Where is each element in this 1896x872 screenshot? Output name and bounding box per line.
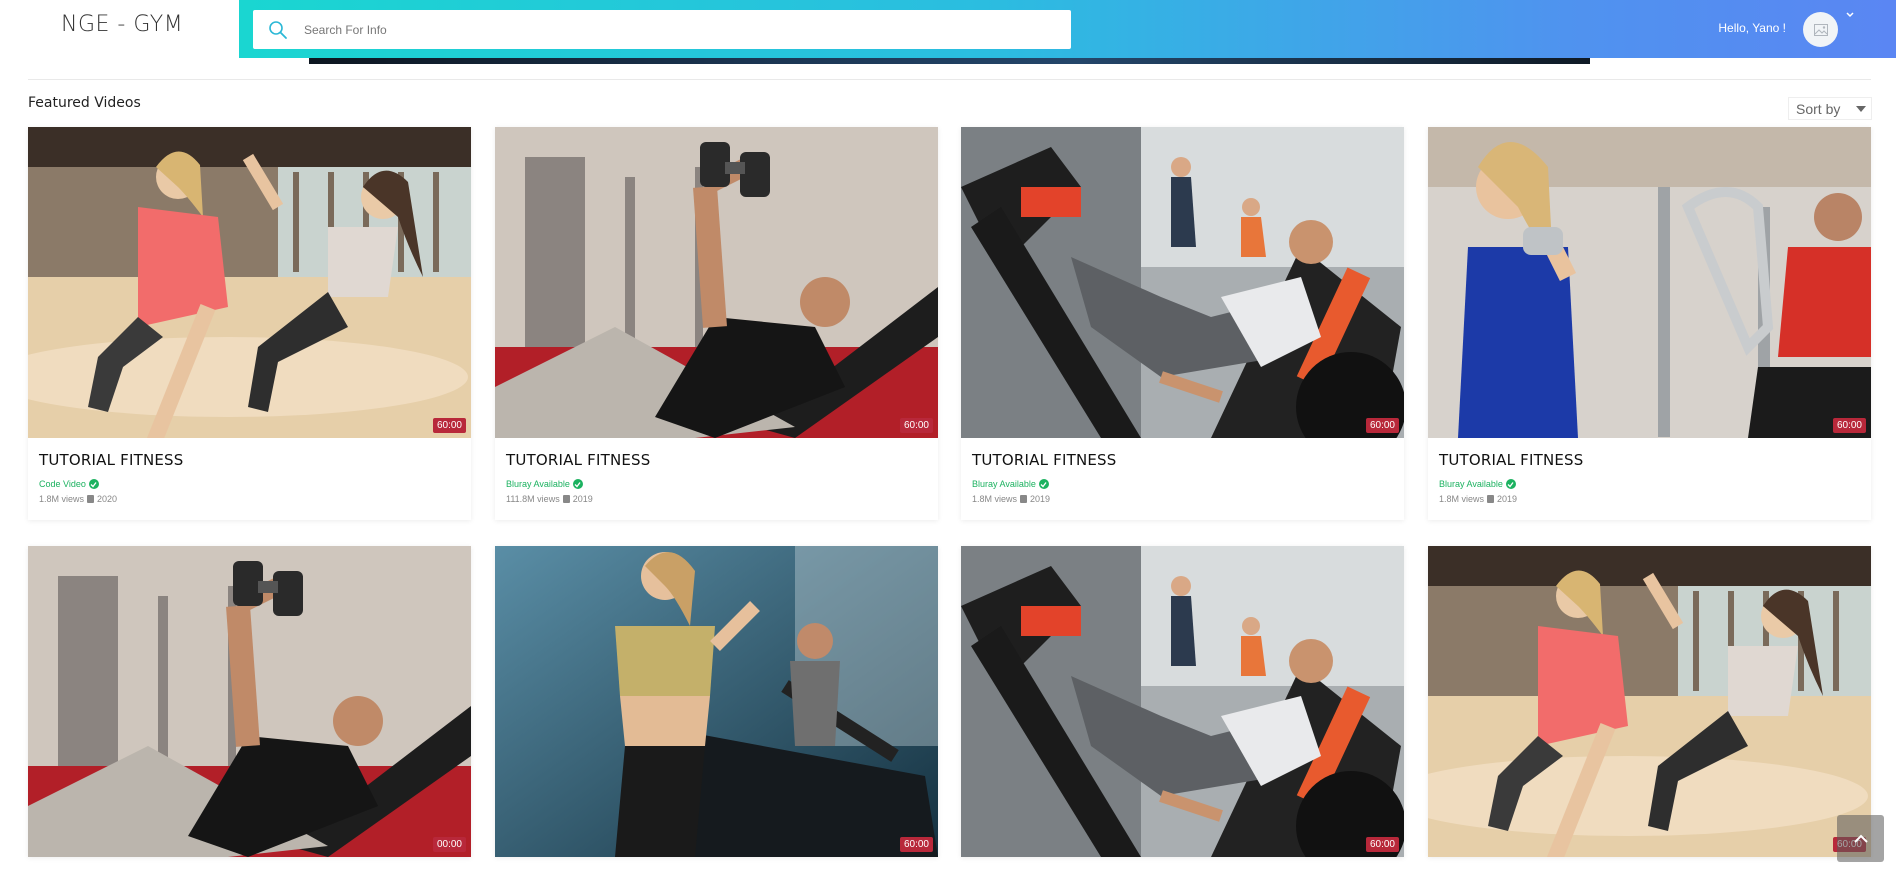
video-badge-label: Bluray Available bbox=[1439, 479, 1503, 489]
duration-badge: 60:00 bbox=[1365, 418, 1399, 433]
section-title: Featured Videos bbox=[28, 95, 141, 111]
search-bar[interactable] bbox=[253, 10, 1071, 49]
duration-badge: 60:00 bbox=[1832, 418, 1866, 433]
calendar-icon bbox=[562, 495, 570, 503]
video-card[interactable]: 60:00 bbox=[1428, 546, 1871, 857]
view-count: 1.8M views bbox=[972, 494, 1018, 504]
verified-check-icon bbox=[1505, 479, 1516, 489]
calendar-icon bbox=[87, 495, 95, 503]
video-thumbnail-image bbox=[1428, 127, 1871, 438]
duration-badge: 00:00 bbox=[432, 837, 466, 852]
divider bbox=[28, 79, 1871, 80]
video-title[interactable]: TUTORIAL FITNESS bbox=[972, 451, 1393, 469]
video-meta: 1.8M views 2019 bbox=[972, 494, 1393, 504]
video-card[interactable]: 60:00 bbox=[495, 546, 938, 857]
video-badge-label: Bluray Available bbox=[506, 479, 570, 489]
video-card-body: TUTORIAL FITNESS Bluray Available 111.8M… bbox=[495, 438, 938, 520]
brand-logo[interactable]: NGE - GYM bbox=[61, 12, 183, 37]
duration-badge: 60:00 bbox=[1365, 837, 1399, 852]
video-thumbnail-image bbox=[961, 127, 1404, 438]
back-to-top-button[interactable] bbox=[1837, 815, 1884, 862]
duration-badge: 60:00 bbox=[432, 418, 466, 433]
video-card-body: TUTORIAL FITNESS Bluray Available 1.8M v… bbox=[1428, 438, 1871, 520]
video-card[interactable]: 00:00 bbox=[28, 546, 471, 857]
video-meta: 111.8M views 2019 bbox=[506, 494, 927, 504]
video-meta: 1.8M views 2020 bbox=[39, 494, 460, 504]
video-badge: Bluray Available bbox=[1439, 479, 1860, 489]
video-thumbnail-image bbox=[495, 546, 938, 857]
video-thumbnail-image bbox=[1428, 546, 1871, 857]
verified-check-icon bbox=[572, 479, 583, 489]
video-card[interactable]: 60:00 TUTORIAL FITNESS Code Video 1.8M v… bbox=[28, 127, 471, 520]
video-thumbnail[interactable]: 60:00 bbox=[961, 127, 1404, 438]
avatar[interactable] bbox=[1803, 12, 1838, 47]
video-year: 2019 bbox=[1497, 494, 1518, 504]
video-title[interactable]: TUTORIAL FITNESS bbox=[39, 451, 460, 469]
duration-badge: 60:00 bbox=[899, 418, 933, 433]
chevron-down-icon[interactable] bbox=[1845, 10, 1855, 20]
video-year: 2020 bbox=[97, 494, 118, 504]
video-thumbnail[interactable]: 60:00 bbox=[28, 127, 471, 438]
video-card-body: TUTORIAL FITNESS Code Video 1.8M views 2… bbox=[28, 438, 471, 520]
video-thumbnail-image bbox=[28, 127, 471, 438]
video-card-body: TUTORIAL FITNESS Bluray Available 1.8M v… bbox=[961, 438, 1404, 520]
caret-down-icon bbox=[1856, 106, 1866, 112]
video-year: 2019 bbox=[572, 494, 593, 504]
sort-dropdown[interactable]: Sort by bbox=[1788, 97, 1872, 120]
video-card[interactable]: 60:00 bbox=[961, 546, 1404, 857]
video-badge: Bluray Available bbox=[506, 479, 927, 489]
video-title[interactable]: TUTORIAL FITNESS bbox=[1439, 451, 1860, 469]
video-year: 2019 bbox=[1030, 494, 1051, 504]
chevron-up-icon bbox=[1853, 834, 1868, 843]
view-count: 1.8M views bbox=[1439, 494, 1485, 504]
calendar-icon bbox=[1020, 495, 1028, 503]
video-thumbnail[interactable]: 00:00 bbox=[28, 546, 471, 857]
video-thumbnail[interactable]: 60:00 bbox=[1428, 127, 1871, 438]
video-title[interactable]: TUTORIAL FITNESS bbox=[506, 451, 927, 469]
video-badge: Code Video bbox=[39, 479, 460, 489]
image-placeholder-icon bbox=[1813, 23, 1828, 36]
video-badge: Bluray Available bbox=[972, 479, 1393, 489]
view-count: 111.8M views bbox=[506, 494, 560, 504]
top-navbar: Hello, Yano ! bbox=[239, 0, 1896, 58]
video-thumbnail[interactable]: 60:00 bbox=[495, 127, 938, 438]
video-thumbnail-image bbox=[961, 546, 1404, 857]
hero-banner-edge bbox=[309, 58, 1590, 64]
video-thumbnail[interactable]: 60:00 bbox=[961, 546, 1404, 857]
video-thumbnail[interactable]: 60:00 bbox=[495, 546, 938, 857]
search-input[interactable] bbox=[304, 22, 904, 37]
user-greeting: Hello, Yano ! bbox=[1718, 21, 1786, 35]
video-thumbnail-image bbox=[28, 546, 471, 857]
video-card[interactable]: 60:00 TUTORIAL FITNESS Bluray Available … bbox=[961, 127, 1404, 520]
view-count: 1.8M views bbox=[39, 494, 85, 504]
video-card[interactable]: 60:00 TUTORIAL FITNESS Bluray Available … bbox=[1428, 127, 1871, 520]
verified-check-icon bbox=[88, 479, 99, 489]
video-thumbnail-image bbox=[495, 127, 938, 438]
search-icon bbox=[269, 20, 287, 39]
sort-label: Sort by bbox=[1796, 100, 1841, 117]
video-thumbnail[interactable]: 60:00 bbox=[1428, 546, 1871, 857]
duration-badge: 60:00 bbox=[899, 837, 933, 852]
video-badge-label: Bluray Available bbox=[972, 479, 1036, 489]
verified-check-icon bbox=[1038, 479, 1049, 489]
video-card[interactable]: 60:00 TUTORIAL FITNESS Bluray Available … bbox=[495, 127, 938, 520]
video-meta: 1.8M views 2019 bbox=[1439, 494, 1860, 504]
calendar-icon bbox=[1487, 495, 1495, 503]
video-badge-label: Code Video bbox=[39, 479, 86, 489]
